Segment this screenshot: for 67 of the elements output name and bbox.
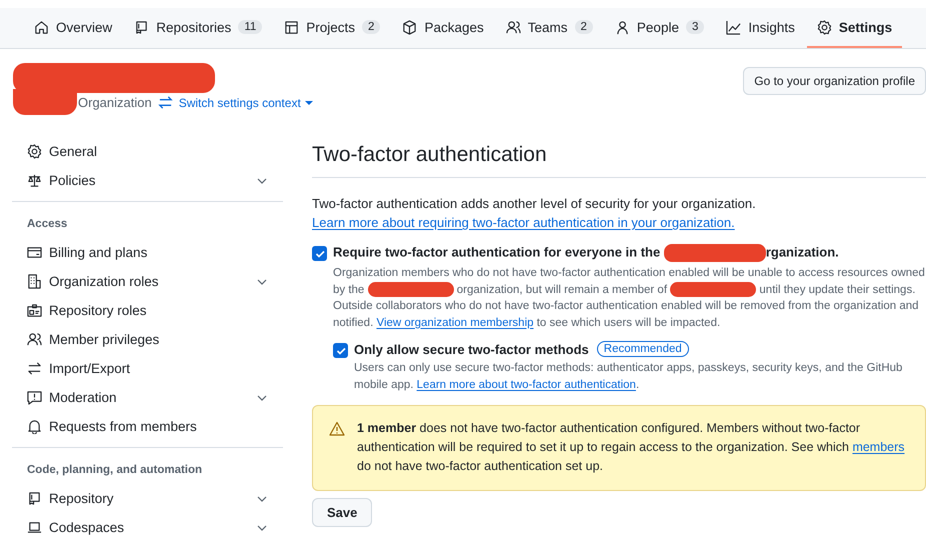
- option-label: Require two-factor authentication for everyone in the rganization.: [333, 244, 839, 262]
- count-badge: 2: [574, 20, 593, 34]
- people-icon: [27, 332, 42, 347]
- sidebar-item[interactable]: Repository roles: [12, 296, 283, 325]
- bell-icon: [27, 419, 42, 434]
- caret-icon: [304, 98, 313, 106]
- building-icon: [27, 274, 42, 289]
- card-icon: [27, 245, 42, 260]
- info-link[interactable]: View organization membership: [376, 316, 534, 328]
- repo-icon: [134, 20, 150, 34]
- warning-text: 1 member does not have two-factor authentication configured. Members without two-factor authentication will be required to set it up to regain access to the organization. See which members do not have two-factor authentication set up.: [357, 420, 906, 475]
- person-icon: [614, 20, 630, 34]
- package-icon: [402, 20, 418, 34]
- sidebar-item[interactable]: General: [12, 137, 283, 166]
- nav-tab[interactable]: Teams 2: [496, 8, 603, 48]
- sidebar-item[interactable]: Repository: [12, 484, 283, 513]
- id-card-icon: [27, 303, 42, 318]
- nav-tab[interactable]: Packages: [392, 8, 494, 48]
- option-label: Only allow secure two-factor methods: [354, 342, 589, 356]
- sidebar-item[interactable]: Import/Export: [12, 354, 283, 383]
- intro-text: Two-factor authentication adds another level of security for your organization. Learn more about requiring two-factor authentication in your organization.: [312, 195, 757, 232]
- sidebar-item[interactable]: Billing and plans: [12, 238, 283, 267]
- switch-context-link[interactable]: Switch settings context: [178, 96, 313, 110]
- info-link[interactable]: Learn more about two-factor authentication: [416, 378, 636, 390]
- repo-icon: [27, 491, 42, 506]
- nav-tab[interactable]: Projects 2: [274, 8, 390, 48]
- home-icon: [34, 20, 49, 34]
- warning-icon: [329, 421, 345, 437]
- count-badge: 2: [362, 20, 380, 34]
- check-icon: [336, 346, 346, 356]
- context-label: Organization: [78, 95, 152, 110]
- check-icon: [314, 248, 324, 258]
- recommended-badge: Recommended: [596, 341, 689, 357]
- page-title: Two-factor authentication: [312, 143, 926, 178]
- count-badge: 3: [686, 20, 704, 34]
- settings-icon: [27, 144, 42, 159]
- profile-button[interactable]: Go to your organization profile: [743, 67, 926, 95]
- sidebar-item[interactable]: Organization roles: [12, 267, 283, 296]
- sidebar-item[interactable]: Requests from members: [12, 412, 283, 441]
- sidebar-item[interactable]: Policies: [12, 166, 283, 195]
- checkbox[interactable]: [333, 343, 348, 358]
- laptop-icon: [27, 520, 42, 535]
- option-description: Users can only use secure two-factor methods: authenticator apps, passkeys, security keys, and the GitHub mobile app. Learn more about two-factor authentication.: [354, 361, 904, 392]
- save-button[interactable]: Save: [312, 498, 372, 527]
- nav-tab[interactable]: People 3: [604, 8, 714, 48]
- table-icon: [284, 20, 300, 34]
- count-badge: 11: [238, 20, 262, 34]
- sidebar-item[interactable]: Moderation: [12, 383, 283, 412]
- scale-icon: [27, 173, 42, 188]
- sidebar-item[interactable]: Codespaces: [12, 513, 283, 536]
- members-link[interactable]: members: [852, 440, 905, 454]
- sidebar-item[interactable]: Member privileges: [12, 325, 283, 354]
- section-heading: Code, planning, and automation: [26, 463, 204, 478]
- arrows-icon: [158, 95, 173, 110]
- nav-tab[interactable]: Repositories 11: [124, 8, 272, 48]
- nav-tab[interactable]: Settings: [806, 8, 902, 48]
- settings-icon: [816, 20, 832, 34]
- arrows-icon: [27, 361, 42, 376]
- option-description: Organization members who do not have two-factor authentication enabled will be unable to access resources owned by the organization, but will remain a member of until they update their settings. Outside collaborators who do not have two-factor authentication enabled will be removed from the organization and notified. View organization membership to see which users will be impacted.: [333, 266, 926, 330]
- nav-tab[interactable]: Insights: [716, 8, 805, 48]
- section-heading: Access: [26, 217, 68, 232]
- people-icon: [506, 20, 521, 34]
- speech-bubble-icon: [27, 390, 42, 405]
- checkbox[interactable]: [312, 246, 327, 261]
- learn-more-link[interactable]: Learn more about requiring two-factor authentication in your organization.: [312, 215, 735, 230]
- graph-icon: [726, 20, 742, 34]
- nav-tab[interactable]: Overview: [24, 8, 122, 48]
